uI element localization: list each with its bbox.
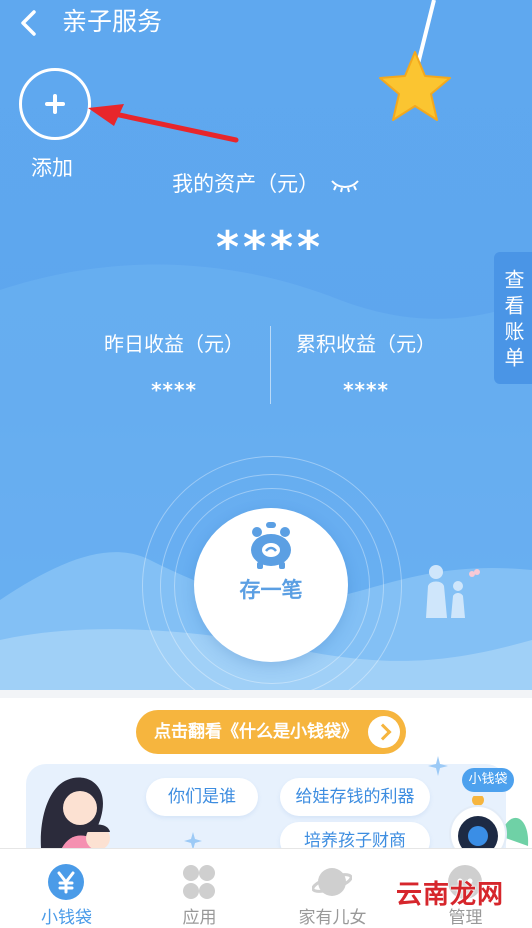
asset-label: 我的资产（元） <box>0 168 532 198</box>
back-arrow-icon[interactable] <box>12 6 46 40</box>
planet-icon <box>312 868 352 896</box>
add-button[interactable] <box>19 68 91 140</box>
asset-value: **** <box>215 222 325 273</box>
tab-apps[interactable]: 应用 <box>133 849 266 928</box>
red-arrow-icon <box>88 104 239 143</box>
star-icon <box>379 0 451 121</box>
mascot-label: 小钱袋 <box>462 768 514 792</box>
page-title: 亲子服务 <box>62 7 163 36</box>
mascot-icon <box>449 796 529 848</box>
tag-savings-tool[interactable]: 给娃存钱的利器 <box>280 778 430 816</box>
sparkle-icon <box>428 756 448 776</box>
save-money-label: 存一笔 <box>239 578 303 602</box>
tag-financial-literacy[interactable]: 培养孩子财商 <box>280 822 430 848</box>
chevron-right-icon <box>368 716 400 748</box>
what-is-wallet-banner[interactable]: 点击翻看《什么是小钱袋》 <box>136 710 406 754</box>
tab-wallet-label: 小钱袋 <box>41 908 92 928</box>
tab-apps-label: 应用 <box>182 908 217 928</box>
view-bill-button[interactable]: 查看账单 <box>494 252 532 384</box>
yesterday-earnings-value: **** <box>151 378 197 402</box>
tag-who-are-we[interactable]: 你们是谁 <box>146 778 258 816</box>
apps-icon <box>183 865 215 899</box>
total-earnings-value: **** <box>343 378 389 402</box>
save-money-button[interactable]: 存一笔 <box>194 508 348 662</box>
banner-text: 点击翻看《什么是小钱袋》 <box>154 722 358 742</box>
sparkle-small-icon <box>184 832 202 848</box>
tab-family[interactable]: 家有儿女 <box>266 849 399 928</box>
tab-family-label: 家有儿女 <box>298 908 367 928</box>
family-silhouette-icon <box>426 565 480 618</box>
hide-eye-icon[interactable] <box>330 177 360 193</box>
watermark: 云南龙网 <box>396 880 505 910</box>
piggy-bank-icon <box>251 522 291 569</box>
yen-icon <box>48 864 84 900</box>
tab-wallet[interactable]: 小钱袋 <box>0 849 133 928</box>
asset-label-text: 我的资产（元） <box>172 172 320 196</box>
content-panel: 点击翻看《什么是小钱袋》 你们是谁 给娃存钱的利器 培养孩子财商 小钱袋 <box>0 698 532 848</box>
total-earnings-label: 累积收益（元） <box>296 332 436 356</box>
hero-panel: 亲子服务 添加 我的资产（元） **** 查看账单 昨日收益（元） **** 累… <box>0 0 532 690</box>
yesterday-earnings-label: 昨日收益（元） <box>104 332 244 356</box>
mother-child-illustration <box>40 777 110 848</box>
